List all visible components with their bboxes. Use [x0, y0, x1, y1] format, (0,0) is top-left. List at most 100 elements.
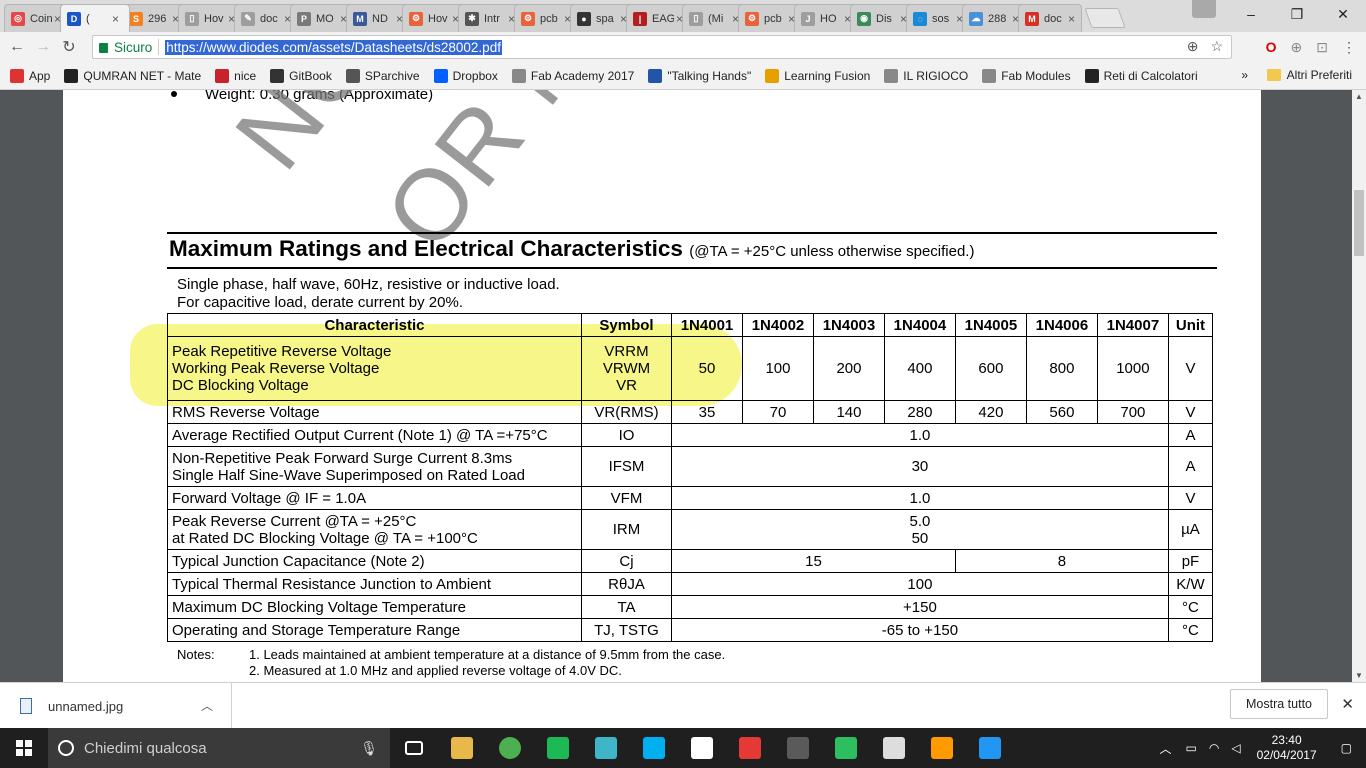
taskbar-app-plane-button[interactable] — [966, 728, 1014, 768]
user-profile-button[interactable] — [1192, 0, 1216, 18]
wifi-icon[interactable]: ◠ — [1203, 741, 1225, 755]
taskbar-spotify-button[interactable] — [534, 728, 582, 768]
taskbar-file-explorer-button[interactable] — [438, 728, 486, 768]
taskbar-slack-button[interactable] — [678, 728, 726, 768]
page-scrollbar[interactable]: ▲ ▼ — [1352, 90, 1366, 682]
extension-icon[interactable]: ⊕ — [1291, 39, 1303, 56]
browser-tab[interactable]: ◎ Coin × — [4, 4, 68, 32]
clock[interactable]: 23:40 02/04/2017 — [1247, 733, 1327, 763]
back-button[interactable]: ← — [4, 38, 30, 56]
characteristic-text: Single Half Sine-Wave Superimposed on Ra… — [172, 466, 525, 484]
browser-tab[interactable]: ◉ Dis × — [850, 4, 914, 32]
url-text[interactable]: https://www.diodes.com/assets/Datasheets… — [165, 39, 502, 55]
reload-button[interactable]: ↻ — [56, 37, 82, 57]
taskbar-chrome-button[interactable] — [486, 728, 534, 768]
forward-button[interactable]: → — [30, 38, 56, 56]
taskbar-skype-button[interactable] — [630, 728, 678, 768]
show-all-button[interactable]: Mostra tutto — [1230, 689, 1328, 719]
bookmark-favicon-icon — [215, 68, 230, 83]
spotify-icon — [547, 737, 569, 759]
menu-kebab-icon[interactable]: ⋮ — [1342, 39, 1356, 56]
browser-tab[interactable]: ✱ Intr × — [458, 4, 522, 32]
opera-extension-icon[interactable]: O — [1266, 39, 1277, 55]
browser-tab[interactable]: ✎ doc × — [234, 4, 298, 32]
taskbar-illustrator-button[interactable] — [918, 728, 966, 768]
symbol-text: VRWM — [602, 360, 651, 377]
intro-line-1: Single phase, half wave, 60Hz, resistive… — [177, 276, 560, 293]
volume-icon[interactable]: ◁ — [1225, 741, 1246, 755]
browser-tab[interactable]: S 296 × — [122, 4, 186, 32]
browser-tab[interactable]: ⚙ pcb × — [514, 4, 578, 32]
tab-favicon-icon: ▯ — [689, 11, 703, 26]
close-window-button[interactable]: ✕ — [1320, 0, 1366, 32]
browser-tab[interactable]: ☁ 288 × — [962, 4, 1026, 32]
tray-chevron-icon[interactable]: ︿ — [1152, 740, 1180, 757]
browser-tab[interactable]: ⚙ pcb × — [738, 4, 802, 32]
address-bar[interactable]: Sicuro https://www.diodes.com/assets/Dat… — [92, 35, 1232, 59]
bookmark-star-icon[interactable]: ☆ — [1210, 38, 1223, 55]
battery-icon[interactable]: ▭ — [1180, 741, 1203, 755]
start-button[interactable] — [0, 728, 48, 768]
browser-tab[interactable]: ● spa × — [570, 4, 634, 32]
taskbar-task-view-button[interactable] — [390, 728, 438, 768]
browser-tab[interactable]: M ND × — [346, 4, 410, 32]
chevron-up-icon[interactable]: ︿ — [201, 697, 213, 714]
microphone-icon[interactable]: 🎙 — [360, 740, 378, 757]
new-tab-button[interactable] — [1084, 8, 1126, 28]
scroll-thumb[interactable] — [1354, 190, 1364, 256]
taskbar-evernote-button[interactable] — [822, 728, 870, 768]
taskbar-app-game-button[interactable] — [774, 728, 822, 768]
browser-tab[interactable]: Mdoc × — [1018, 4, 1082, 32]
browser-tab[interactable]: ▯ Hov × — [178, 4, 242, 32]
zoom-icon[interactable]: ⊕ — [1187, 38, 1199, 55]
characteristic-cell: Maximum DC Blocking Voltage Temperature — [167, 595, 582, 619]
bookmark-item[interactable]: App — [10, 68, 50, 83]
bookmark-item[interactable]: Fab Academy 2017 — [511, 68, 634, 83]
tab-title: spa — [596, 12, 614, 25]
browser-tab[interactable]: P MO × — [290, 4, 354, 32]
bookmark-item[interactable]: Learning Fusion — [765, 68, 870, 83]
rule-top — [167, 232, 1217, 234]
taskbar-app-pinwheel-button[interactable] — [582, 728, 630, 768]
tab-title: Hov — [204, 12, 224, 25]
cortana-search[interactable]: Chiedimi qualcosa 🎙 — [48, 728, 390, 768]
taskbar-app-red-button[interactable] — [726, 728, 774, 768]
browser-tab[interactable]: J HO × — [794, 4, 858, 32]
bookmark-item[interactable]: Dropbox — [433, 68, 498, 83]
scroll-up-icon[interactable]: ▲ — [1352, 92, 1366, 101]
bookmark-item[interactable]: "Talking Hands" — [648, 68, 751, 83]
notifications-icon[interactable]: ▢ — [1327, 741, 1366, 755]
bookmark-item[interactable]: IL RIGIOCO — [884, 68, 969, 83]
other-bookmarks-folder[interactable]: Altri Preferiti — [1266, 68, 1352, 82]
column-header: 1N4005 — [954, 313, 1027, 337]
bookmark-item[interactable]: SParchive — [345, 68, 420, 83]
tab-favicon-icon: ▯ — [185, 11, 199, 26]
taskbar-photos-button[interactable] — [870, 728, 918, 768]
browser-tab[interactable]: D ( × — [60, 4, 130, 32]
scroll-down-icon[interactable]: ▼ — [1352, 671, 1366, 680]
value-cell: 100 — [671, 572, 1169, 596]
bookmark-item[interactable]: GitBook — [270, 68, 332, 83]
cast-extension-icon[interactable]: ⊡ — [1316, 39, 1328, 56]
download-bar: unnamed.jpg ︿ Mostra tutto ✕ — [0, 682, 1366, 729]
tab-close-icon[interactable]: × — [1068, 12, 1075, 26]
bookmark-item[interactable]: Fab Modules — [982, 68, 1071, 83]
tab-close-icon[interactable]: × — [112, 12, 119, 26]
bookmark-item[interactable]: nice — [215, 68, 256, 83]
tab-favicon-icon: ◎ — [11, 11, 25, 26]
browser-tab[interactable]: ▯ (Mi × — [682, 4, 746, 32]
unit-cell: K/W — [1167, 572, 1214, 596]
download-item[interactable]: unnamed.jpg ︿ — [0, 683, 232, 729]
browser-tab[interactable]: ⚙ Hov × — [402, 4, 466, 32]
bookmark-item[interactable]: QUMRAN NET - Mate — [64, 68, 201, 83]
maximize-button[interactable]: ❐ — [1274, 0, 1320, 32]
browser-tab[interactable]: | EAG × — [626, 4, 690, 32]
close-download-bar-icon[interactable]: ✕ — [1341, 695, 1354, 713]
security-indicator[interactable]: Sicuro — [99, 40, 152, 55]
minimize-button[interactable]: – — [1228, 0, 1274, 32]
bookmark-label: IL RIGIOCO — [903, 68, 969, 83]
symbol-cell: IRM — [581, 509, 672, 550]
bookmark-item[interactable]: Reti di Calcolatori — [1084, 68, 1198, 83]
bookmarks-overflow-button[interactable]: » — [1241, 68, 1248, 82]
browser-tab[interactable]: ◌ sos × — [906, 4, 970, 32]
